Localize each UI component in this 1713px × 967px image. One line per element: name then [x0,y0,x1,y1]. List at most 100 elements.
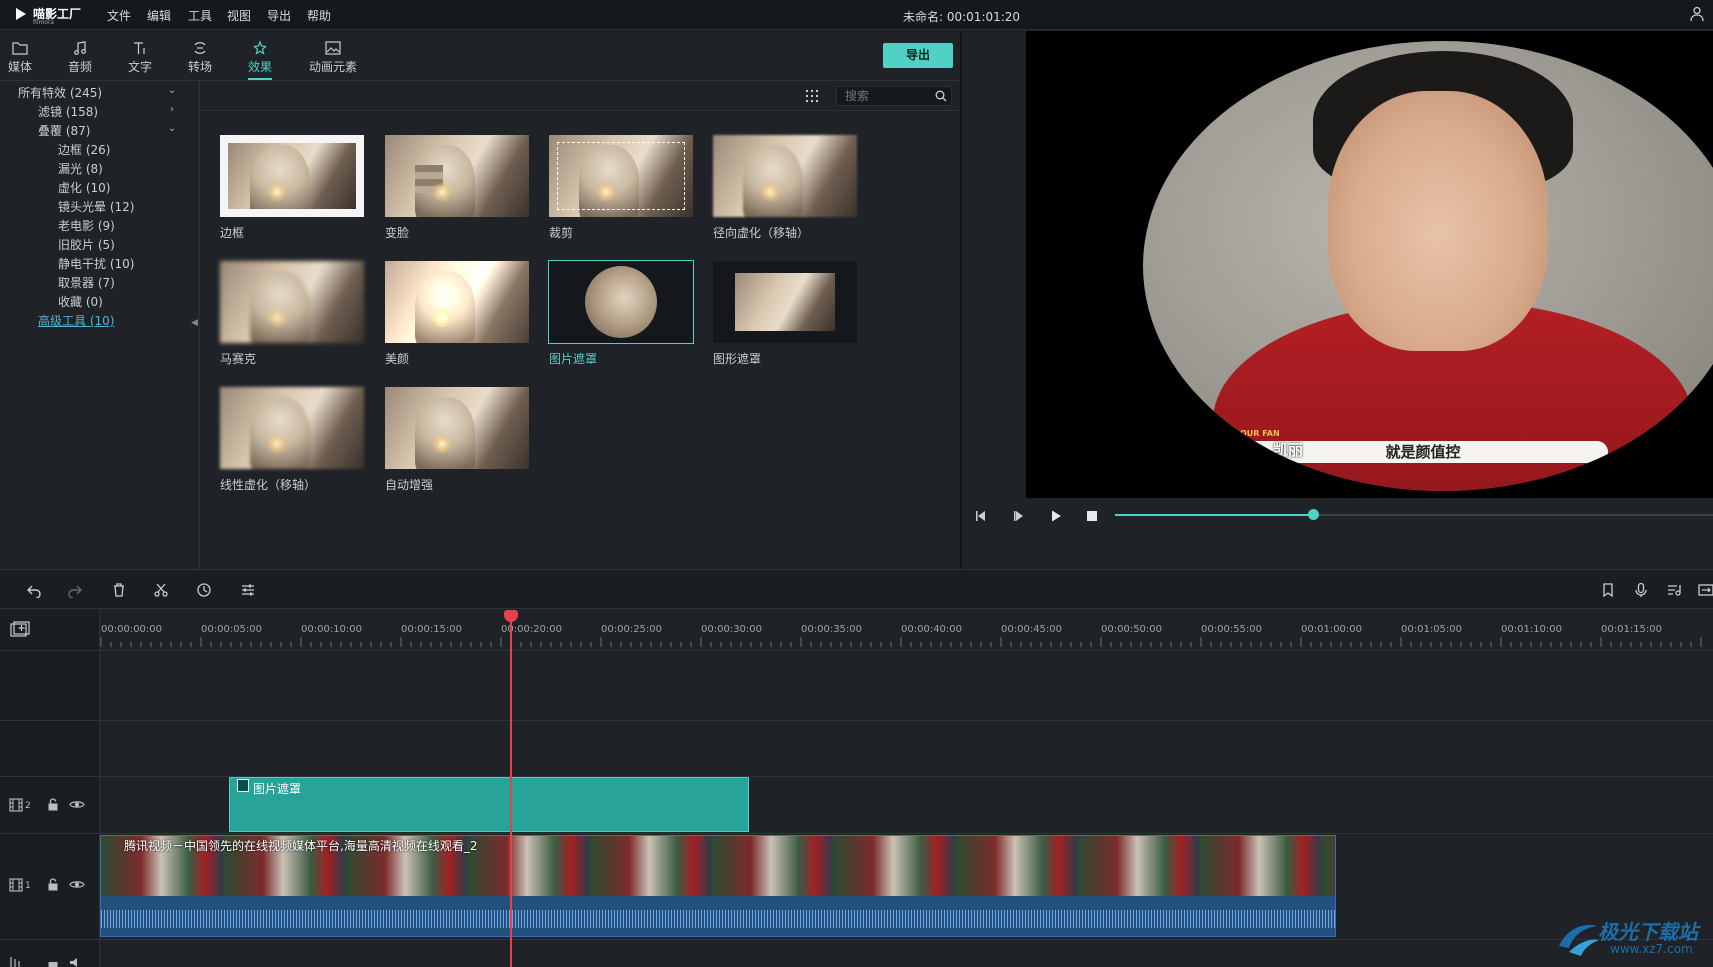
ruler-label: 00:00:35:00 [801,624,863,635]
effect-tile-auto-enhance[interactable]: 自动增强 [385,387,529,493]
redo-icon[interactable] [67,582,83,598]
export-button[interactable]: 导出 [883,43,953,68]
lock-icon[interactable] [47,958,59,967]
effect-tile-radial-blur[interactable]: 径向虚化（移轴） [713,135,857,241]
music-note-icon [74,41,86,55]
effect-label: 图形遮罩 [713,352,762,366]
audio-mixer-icon[interactable] [1666,582,1682,598]
tab-elements[interactable]: 动画元素 [300,40,366,75]
menu-export[interactable]: 导出 [267,7,291,24]
adjust-sliders-icon[interactable] [240,582,256,598]
delete-icon[interactable] [111,582,127,598]
effect-tile-image-mask[interactable]: 图片遮罩 [548,260,694,367]
effect-label: 径向虚化（移轴） [713,226,810,240]
tree-item-blur[interactable]: 虚化 (10) [58,179,110,196]
effect-tile-face-off[interactable]: 变脸 [385,135,529,241]
badge-text: OUR FAN [1240,429,1280,438]
tab-audio-label: 音频 [67,60,92,74]
menu-help[interactable]: 帮助 [307,7,331,24]
video-clip-label: 腾讯视频－中国领先的在线视频媒体平台,海量高清视频在线观看_2 [124,839,478,853]
playhead-line[interactable] [510,618,512,967]
effect-label: 图片遮罩 [549,352,598,366]
lock-icon[interactable] [47,798,59,811]
effect-tile-beauty[interactable]: 美颜 [385,261,529,367]
tab-effects-label: 效果 [247,60,272,74]
tree-item-filters[interactable]: 滤镜 (158) [38,103,98,120]
marker-icon[interactable] [1600,582,1616,598]
effect-tile-linear-blur[interactable]: 线性虚化（移轴） [220,387,364,493]
watermark-url: www.xz7.com [1610,942,1693,956]
tab-audio[interactable]: 音频 [50,40,110,75]
chevron-right-icon[interactable]: › [170,104,174,115]
tree-item-frame[interactable]: 边框 (26) [58,141,110,158]
effect-tile-frame[interactable]: 边框 [220,135,364,241]
effect-label: 美颜 [385,352,410,366]
effect-thumbnail [220,387,364,469]
tree-item-old-negative[interactable]: 旧胶片 (5) [58,236,115,253]
speaker-icon[interactable] [69,957,83,967]
menu-file[interactable]: 文件 [107,7,131,24]
search-input[interactable] [837,87,927,105]
panel-divider[interactable] [960,31,962,569]
ruler-label: 00:00:25:00 [601,624,663,635]
grid-view-icon[interactable] [805,89,819,103]
tree-item-advanced-tools[interactable]: 高级工具 (10) [38,312,114,329]
tab-transition[interactable]: 转场 [170,40,230,75]
effect-tile-crop[interactable]: 裁剪 [549,135,693,241]
menu-edit[interactable]: 编辑 [147,7,171,24]
effects-icon [253,40,267,55]
audio-waveform [101,896,1335,936]
effect-tile-mosaic[interactable]: 马赛克 [220,261,364,367]
menu-view[interactable]: 视图 [227,7,251,24]
undo-icon[interactable] [26,582,42,598]
ruler-label: 00:00:30:00 [701,624,763,635]
prev-frame-icon[interactable] [974,509,988,523]
microphone-icon[interactable] [1633,582,1649,598]
menu-tools[interactable]: 工具 [188,7,212,24]
tab-text[interactable]: 文字 [110,40,170,75]
tab-media[interactable]: 媒体 [0,40,50,75]
effect-clip[interactable] [229,777,749,832]
ruler-label: 00:01:10:00 [1501,624,1563,635]
preview-frame-image: 就是颜值控 凯丽 OUR FAN [1143,41,1713,491]
track-number: 1 [25,881,31,891]
chevron-down-icon[interactable]: ⌄ [168,85,176,96]
chevron-down-icon[interactable]: ⌄ [168,123,176,134]
video-track-icon [9,798,23,812]
lock-icon[interactable] [47,878,59,891]
stop-icon[interactable] [1085,509,1099,523]
image-icon [325,41,341,55]
effect-tile-shape-mask[interactable]: 图形遮罩 [713,261,857,367]
seek-bar-handle[interactable] [1308,509,1319,520]
play-icon[interactable] [1049,509,1063,523]
tree-item-old-film[interactable]: 老电影 (9) [58,217,115,234]
search-box[interactable] [836,86,952,106]
video-editor-window: 喵影工厂 filmora 文件 编辑 工具 视图 导出 帮助 未命名: 00:0… [0,0,1713,967]
ruler-label: 00:00:55:00 [1201,624,1263,635]
collapse-panel-icon[interactable]: ◀ [191,318,198,328]
tree-item-lens-flare[interactable]: 镜头光晕 (12) [58,198,134,215]
eye-icon[interactable] [69,879,85,890]
tree-item-static[interactable]: 静电干扰 (10) [58,255,134,272]
timeline-toolbar [0,569,1713,609]
speed-clock-icon[interactable] [196,582,212,598]
fit-timeline-icon[interactable] [1698,582,1713,598]
cut-icon[interactable] [153,582,169,598]
tab-effects[interactable]: 效果 [230,40,290,80]
effect-clip-label: 图片遮罩 [253,782,302,796]
tree-item-overlays[interactable]: 叠覆 (87) [38,122,90,139]
next-frame-icon[interactable] [1012,509,1026,523]
tab-text-label: 文字 [127,60,152,74]
seek-bar-progress [1115,514,1313,516]
logo-mark-icon [16,6,28,22]
add-track-icon[interactable] [10,621,30,637]
tree-item-light-leak[interactable]: 漏光 (8) [58,160,103,177]
tree-item-all-effects[interactable]: 所有特效 (245) [18,84,102,101]
tree-item-favorites[interactable]: 收藏 (0) [58,293,103,310]
eye-icon[interactable] [69,799,85,810]
audio-track-icon [10,957,20,967]
tree-item-viewfinder[interactable]: 取景器 (7) [58,274,115,291]
user-icon[interactable] [1690,6,1704,22]
tab-transition-label: 转场 [187,60,212,74]
search-icon[interactable] [935,90,947,102]
